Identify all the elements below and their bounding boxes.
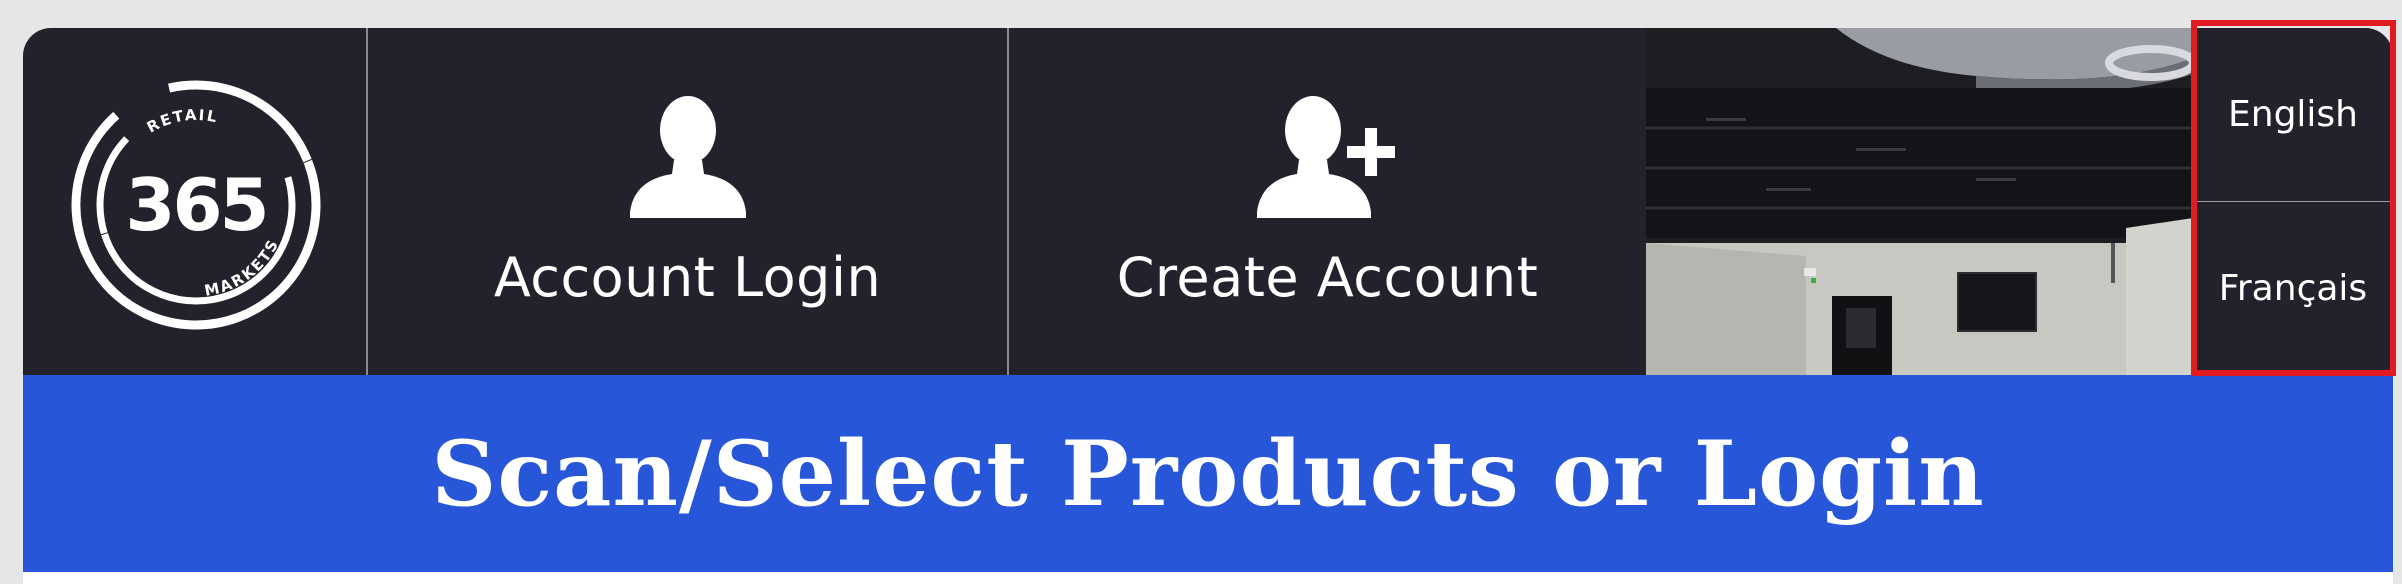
language-french-button[interactable]: Français: [2193, 202, 2393, 375]
logo-number: 365: [125, 163, 266, 247]
logo-top-text: RETAIL: [144, 106, 218, 137]
top-bar: RETAIL MARKETS 365 Account Login Create …: [23, 28, 2393, 375]
account-login-button[interactable]: Account Login: [368, 28, 1009, 375]
365-retail-markets-logo: RETAIL MARKETS 365: [71, 80, 321, 330]
instruction-banner: Scan/Select Products or Login: [23, 375, 2393, 572]
person-add-icon: [1257, 96, 1395, 218]
account-login-label: Account Login: [493, 246, 882, 309]
store-photo: [1646, 28, 2193, 375]
language-english-button[interactable]: English: [2193, 28, 2393, 201]
create-account-button[interactable]: Create Account: [1009, 28, 1646, 375]
content-area: [23, 572, 2393, 584]
kiosk-screen: RETAIL MARKETS 365 Account Login Create …: [23, 28, 2393, 584]
banner-title: Scan/Select Products or Login: [431, 420, 1985, 527]
language-panel: English Français: [2193, 28, 2393, 375]
svg-text:RETAIL: RETAIL: [144, 106, 220, 137]
logo: RETAIL MARKETS 365: [23, 28, 368, 375]
create-account-label: Create Account: [1116, 246, 1539, 309]
person-icon: [630, 96, 746, 218]
